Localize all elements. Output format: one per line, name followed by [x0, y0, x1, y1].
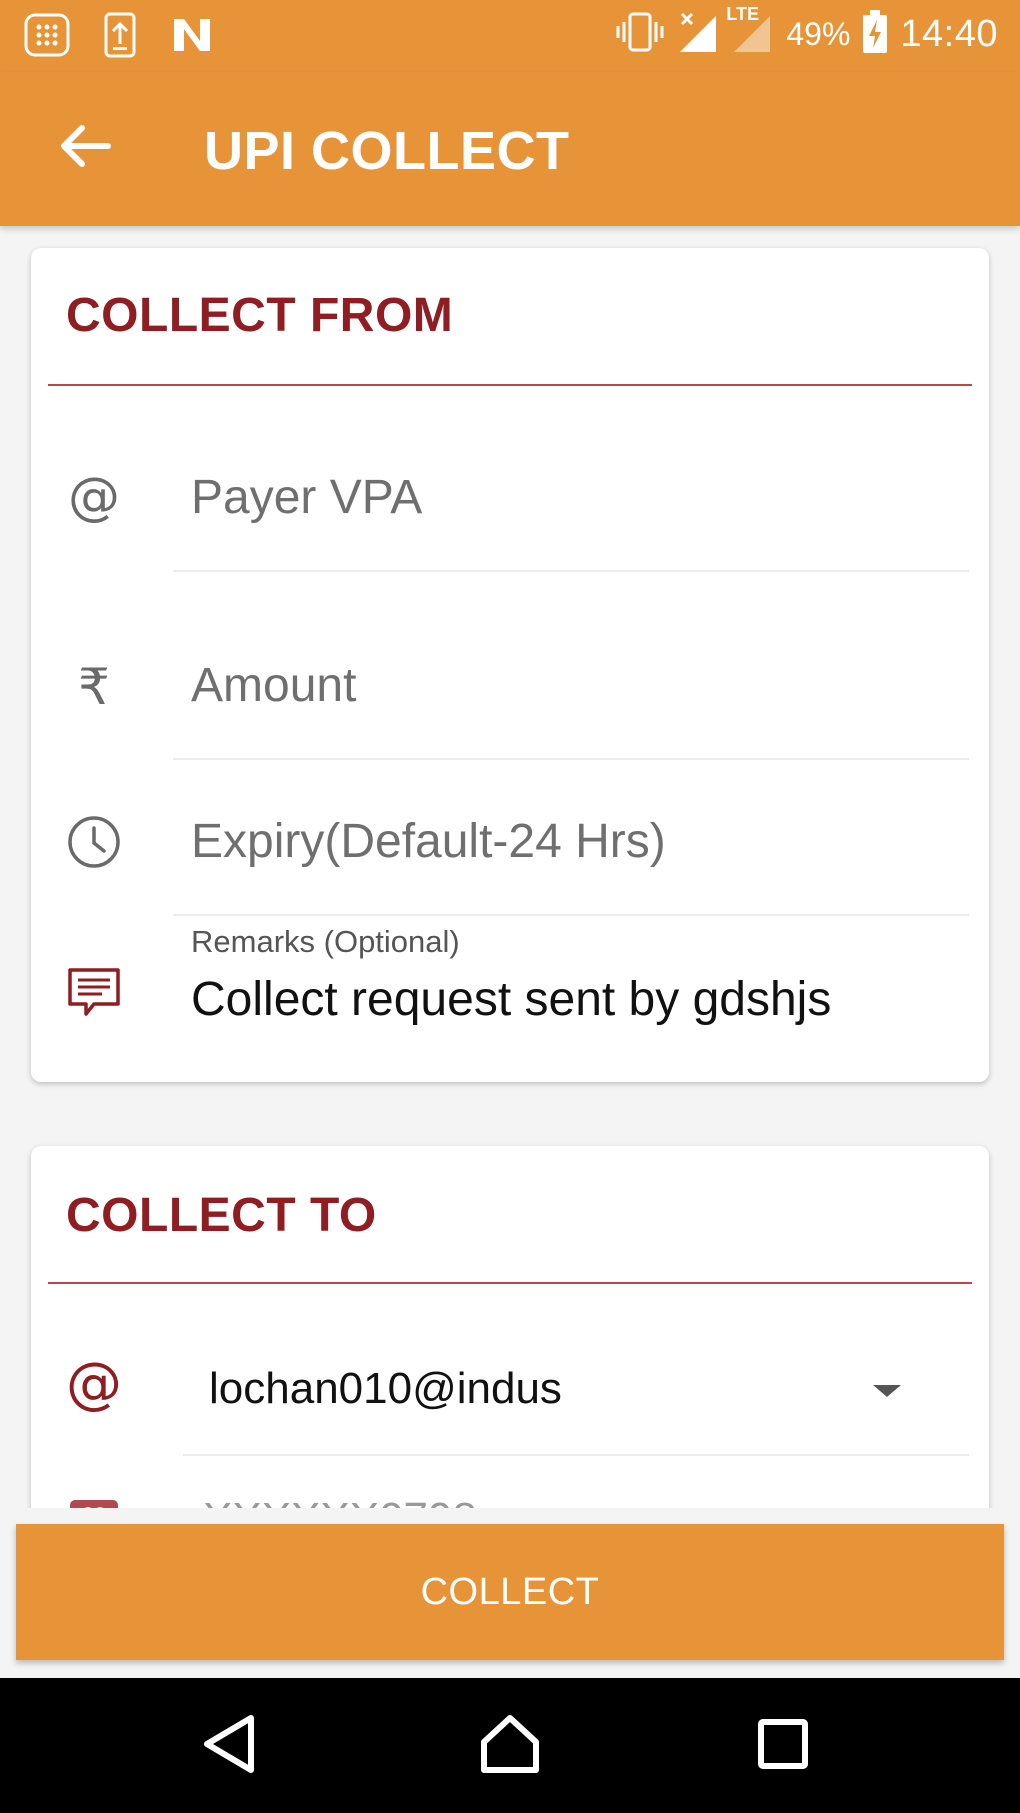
collect-to-vpa-underline: [183, 1454, 969, 1456]
collect-to-divider: [48, 1282, 972, 1284]
back-button[interactable]: [48, 112, 120, 184]
lte-label: LTE: [726, 4, 760, 24]
nav-back-button[interactable]: [184, 1706, 274, 1786]
chevron-down-icon: [873, 1385, 901, 1397]
dialpad-icon: [24, 13, 70, 62]
arrow-back-icon: [56, 122, 112, 175]
expiry-underline: [173, 914, 969, 916]
at-icon: @: [66, 1356, 122, 1412]
collect-from-divider: [48, 384, 972, 386]
payer-vpa-underline: [173, 570, 969, 572]
remarks-label: Remarks (Optional): [191, 924, 460, 959]
at-icon: @: [66, 470, 122, 526]
rupee-icon: ₹: [66, 658, 122, 714]
app-bar: UPI COLLECT: [0, 72, 1020, 226]
remarks-value: Collect request sent by gdshjs: [191, 973, 832, 1026]
comment-icon: [66, 964, 122, 1020]
nav-recents-button[interactable]: [738, 1706, 828, 1786]
collect-to-vpa-dropdown[interactable]: lochan010@indus: [173, 1342, 969, 1438]
triangle-back-icon: [199, 1712, 259, 1781]
amount-underline: [173, 758, 969, 760]
svg-text:₹: ₹: [78, 658, 110, 714]
lte-signal-icon: LTE: [726, 4, 774, 59]
svg-text:@: @: [66, 1356, 122, 1412]
amount-input[interactable]: Amount: [173, 636, 969, 736]
signal-icon: [678, 10, 720, 59]
status-time: 14:40: [900, 13, 998, 55]
n-icon: [170, 15, 214, 60]
collect-to-vpa-value: lochan010@indus: [209, 1364, 562, 1413]
amount-placeholder: Amount: [191, 659, 357, 712]
collect-button-bar: COLLECT: [0, 1508, 1020, 1678]
clock-icon: [66, 814, 122, 870]
remarks-input[interactable]: Remarks (Optional) Collect request sent …: [173, 918, 969, 1068]
upload-icon: [104, 12, 136, 63]
status-bar: LTE 49% 14:40: [0, 0, 1020, 72]
collect-button[interactable]: COLLECT: [16, 1524, 1004, 1660]
battery-charging-icon: [862, 10, 888, 59]
payer-vpa-placeholder: Payer VPA: [191, 471, 423, 524]
expiry-placeholder: Expiry(Default-24 Hrs): [191, 815, 666, 868]
recents-square-icon: [755, 1716, 811, 1777]
collect-to-title: COLLECT TO: [66, 1189, 377, 1242]
nav-home-button[interactable]: [465, 1706, 555, 1786]
vibrate-icon: [614, 10, 666, 59]
payer-vpa-input[interactable]: Payer VPA: [173, 448, 969, 548]
page-title: UPI COLLECT: [204, 121, 570, 181]
collect-from-title: COLLECT FROM: [66, 289, 454, 342]
expiry-input[interactable]: Expiry(Default-24 Hrs): [173, 790, 969, 890]
collect-from-card: COLLECT FROM @ Payer VPA ₹ Amount Expiry…: [31, 248, 989, 1082]
home-icon: [478, 1712, 542, 1781]
svg-text:@: @: [68, 470, 120, 526]
navigation-bar: [0, 1678, 1020, 1813]
battery-percent: 49%: [786, 16, 851, 52]
collect-to-card: COLLECT TO @ lochan010@indus XXXXXX0798: [31, 1146, 989, 1566]
